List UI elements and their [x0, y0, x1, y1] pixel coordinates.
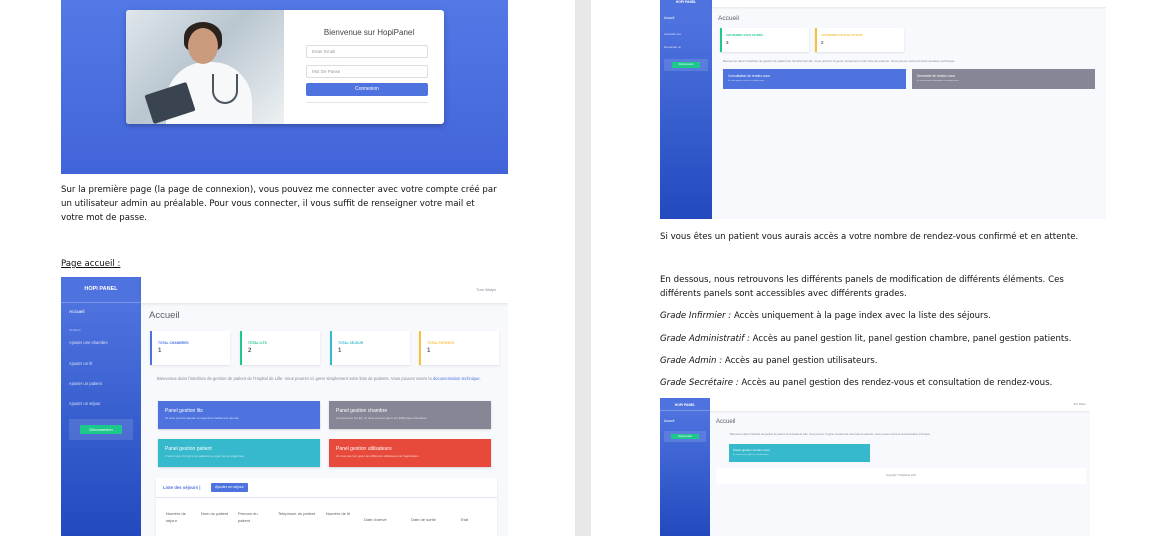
grade-secretaire: Grade Secrétaire : Accès au panel gestio…	[660, 378, 1053, 388]
stat-card-attente: VOS RENDEZ-VOUS EN ATTENTE 2	[815, 28, 904, 52]
sidebar-item-ajouter-lit[interactable]: Ajouter un lit	[69, 361, 92, 366]
logout-box: Déconnexion	[69, 419, 133, 440]
sidebar: HOPI PANEL Accueil Consulter ma Demander…	[660, 0, 712, 219]
logout-button[interactable]: Déconnexion	[80, 425, 122, 434]
grade-admin: Grade Admin : Accès au panel gestion uti…	[660, 356, 878, 366]
stat-card-chambres: TOTAL CHAMBRES 1	[150, 331, 230, 365]
sidebar: HOPI PANEL Accueil PANELS Ajouter une ch…	[61, 277, 141, 536]
login-title: Bienvenue sur HopiPanel	[323, 28, 415, 37]
add-sejour-button[interactable]: Ajouter un séjour	[211, 483, 248, 492]
sidebar-item-accueil[interactable]: Accueil	[664, 16, 674, 20]
panel-gestion-rdv[interactable]: Panel gestion rendez-vous Ici vous pourr…	[729, 444, 870, 462]
user-name[interactable]: Tom Walyn	[476, 287, 496, 292]
sidebar: HOPI PANEL Accueil Déconnexion	[660, 398, 710, 536]
secretary-dashboard-screenshot: HOPI PANEL Accueil Déconnexion Tom Walyn…	[660, 398, 1090, 536]
grade-administratif: Grade Administratif : Accès au panel ges…	[660, 334, 1072, 344]
stat-card-lits: TOTAL LITS 2	[240, 331, 320, 365]
page-title: Accueil	[718, 15, 739, 22]
page-title: Accueil	[149, 310, 180, 321]
grade-infirmier: Grade Infirmier : Accès uniquement à la …	[660, 311, 991, 321]
logout-box: Déconnexion	[664, 59, 708, 71]
patient-paragraph: Si vous êtes un patient vous aurais accè…	[660, 232, 1079, 242]
user-name[interactable]: Tom Walyn	[1073, 403, 1086, 406]
panel-consultation-rdv[interactable]: Consultation de rendez-vous Ici vous pou…	[723, 69, 906, 89]
panel-gestion-utilisateurs[interactable]: Panel gestion utilisateurs Ici vous pour…	[329, 439, 491, 467]
panel-gestion-chambre[interactable]: Panel gestion chambre Comme pour les lit…	[329, 401, 491, 429]
doctor-photo	[126, 10, 284, 124]
column-header[interactable]: Date d'arrivé	[364, 517, 404, 524]
login-paragraph: Sur la première page (la page de connexi…	[61, 185, 497, 223]
intro-text: Bienvenue dans l'interface de gestion de…	[730, 433, 931, 436]
intro-text: Bienvenue dans l'interface de gestion de…	[723, 59, 955, 63]
brand: HOPI PANEL	[61, 277, 141, 303]
footer: Copyright © HopiPanel 2021	[716, 468, 1086, 484]
patient-dashboard-screenshot: HOPI PANEL Accueil Consulter ma Demander…	[660, 0, 1106, 219]
sidebar-heading: PANELS	[69, 328, 81, 332]
sidebar-item-ajouter-sejour[interactable]: Ajouter un séjour	[69, 401, 101, 406]
panel-demande-rdv[interactable]: Demande de rendez-vous Ici vous pourrez …	[912, 69, 1095, 89]
topbar	[712, 0, 1106, 7]
stat-card-patients: TOTAL PATIENTS 1	[419, 331, 499, 365]
login-button[interactable]: Connexion	[306, 83, 428, 96]
column-header[interactable]: Date de sortie	[411, 517, 455, 524]
table-title: Liste des séjours |	[163, 485, 201, 490]
login-screenshot: Bienvenue sur HopiPanel Enter Email Mot …	[61, 0, 508, 174]
sejours-table-card: Liste des séjours | Ajouter un séjour Nu…	[156, 478, 497, 536]
panels-paragraph: En dessous, nous retrouvons les différen…	[660, 275, 1064, 299]
column-header[interactable]: Numéro de lit	[326, 511, 354, 518]
page-title: Accueil	[716, 419, 736, 425]
column-header[interactable]: Nom du patient	[201, 511, 231, 518]
topbar: Tom Walyn	[710, 398, 1090, 411]
brand: HOPI PANEL	[660, 398, 710, 411]
sidebar-item-ajouter-patient[interactable]: Ajouter un patient	[69, 381, 102, 386]
column-header[interactable]: Prenom du patient	[238, 511, 270, 524]
document-page-left: Bienvenue sur HopiPanel Enter Email Mot …	[0, 0, 575, 536]
sidebar-item-accueil[interactable]: Accueil	[69, 310, 84, 315]
home-page-heading: Page accueil :	[61, 259, 121, 269]
column-header[interactable]: Telephone du patient	[278, 511, 318, 518]
column-header[interactable]: Numéro de séjour	[166, 511, 196, 524]
topbar: Tom Walyn	[141, 277, 508, 303]
documentation-link[interactable]: documentation technique	[433, 376, 480, 381]
logout-box: Déconnexion	[664, 431, 706, 442]
logout-button[interactable]: Déconnexion	[671, 434, 699, 439]
stat-card-sejour: TOTAL SÉJOUR 1	[330, 331, 410, 365]
divider	[306, 102, 428, 103]
panel-gestion-lits[interactable]: Panel gestion lits Ici vous pourrez ajou…	[158, 401, 320, 429]
admin-dashboard-screenshot: HOPI PANEL Accueil PANELS Ajouter une ch…	[61, 277, 508, 536]
email-field[interactable]: Enter Email	[306, 45, 428, 58]
sidebar-item-demander[interactable]: Demander un	[664, 45, 681, 49]
login-card: Bienvenue sur HopiPanel Enter Email Mot …	[126, 10, 444, 124]
sidebar-item-consulter[interactable]: Consulter ma	[664, 32, 681, 36]
stat-card-valides: VOS RENDEZ-VOUS VALIDÉS 3	[720, 28, 809, 52]
logout-button[interactable]: Déconnexion	[672, 62, 700, 68]
password-field[interactable]: Mot De Passe	[306, 65, 428, 78]
brand: HOPI PANEL	[675, 0, 697, 4]
intro-text: Bienvenue dans l'interface de gestion de…	[157, 376, 481, 381]
sidebar-item-accueil[interactable]: Accueil	[664, 419, 674, 423]
panel-gestion-patient[interactable]: Panel gestion patient C'est ici que l'on…	[158, 439, 320, 467]
sidebar-item-ajouter-chambre[interactable]: Ajouter une chambre	[69, 340, 108, 345]
column-header[interactable]: Etat	[461, 517, 481, 524]
